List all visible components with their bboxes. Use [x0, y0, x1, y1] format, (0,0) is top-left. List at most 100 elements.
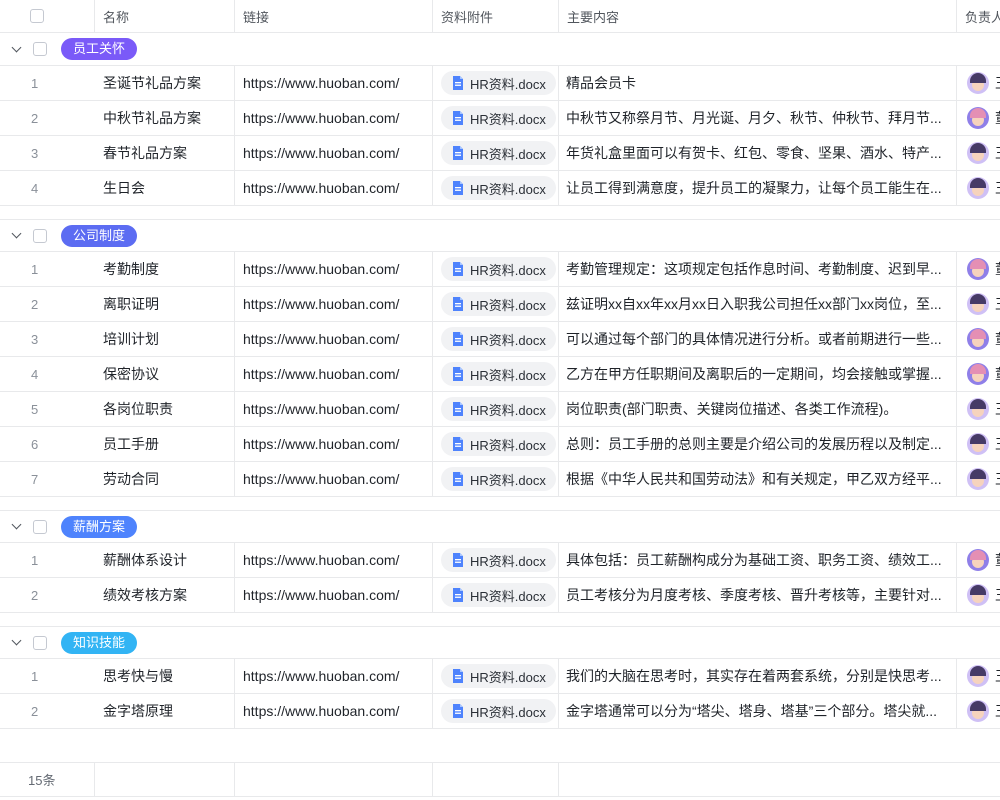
attachment-chip[interactable]: HR资料.docx — [441, 327, 556, 351]
row-link-cell[interactable]: https://www.huoban.com/ — [235, 462, 433, 496]
row-link-cell[interactable]: https://www.huoban.com/ — [235, 101, 433, 135]
row-link-cell[interactable]: https://www.huoban.com/ — [235, 543, 433, 577]
row-index[interactable]: 1 — [0, 252, 95, 286]
column-header-link[interactable]: 链接 — [235, 0, 433, 32]
row-index[interactable]: 2 — [0, 287, 95, 321]
row-index[interactable]: 5 — [0, 392, 95, 426]
column-header-name[interactable]: 名称 — [95, 0, 235, 32]
attachment-chip[interactable]: HR资料.docx — [441, 106, 556, 130]
attachment-chip[interactable]: HR资料.docx — [441, 583, 556, 607]
table-row[interactable]: 2 中秋节礼品方案 https://www.huoban.com/ HR资料.d… — [0, 101, 1000, 136]
table-row[interactable]: 7 劳动合同 https://www.huoban.com/ HR资料.docx… — [0, 462, 1000, 497]
table-row[interactable]: 2 离职证明 https://www.huoban.com/ HR资料.docx… — [0, 287, 1000, 322]
row-name-cell[interactable]: 员工手册 — [95, 427, 235, 461]
attachment-chip[interactable]: HR资料.docx — [441, 176, 556, 200]
table-row[interactable]: 2 金字塔原理 https://www.huoban.com/ HR资料.doc… — [0, 694, 1000, 729]
attachment-chip[interactable]: HR资料.docx — [441, 292, 556, 316]
attachment-chip[interactable]: HR资料.docx — [441, 467, 556, 491]
row-link-cell[interactable]: https://www.huoban.com/ — [235, 578, 433, 612]
row-name-cell[interactable]: 圣诞节礼品方案 — [95, 66, 235, 100]
attachment-chip[interactable]: HR资料.docx — [441, 71, 556, 95]
table-row[interactable]: 6 员工手册 https://www.huoban.com/ HR资料.docx… — [0, 427, 1000, 462]
row-link-cell[interactable]: https://www.huoban.com/ — [235, 322, 433, 356]
attachment-chip[interactable]: HR资料.docx — [441, 362, 556, 386]
row-index[interactable]: 2 — [0, 694, 95, 728]
row-content-cell[interactable]: 岗位职责(部门职责、关键岗位描述、各类工作流程)。 — [559, 392, 957, 426]
table-row[interactable]: 1 考勤制度 https://www.huoban.com/ HR资料.docx… — [0, 252, 1000, 287]
table-row[interactable]: 3 培训计划 https://www.huoban.com/ HR资料.docx… — [0, 322, 1000, 357]
attachment-chip[interactable]: HR资料.docx — [441, 257, 556, 281]
chevron-down-icon[interactable] — [12, 42, 22, 52]
table-row[interactable]: 3 春节礼品方案 https://www.huoban.com/ HR资料.do… — [0, 136, 1000, 171]
row-name-cell[interactable]: 金字塔原理 — [95, 694, 235, 728]
row-content-cell[interactable]: 年货礼盒里面可以有贺卡、红包、零食、坚果、酒水、特产... — [559, 136, 957, 170]
group-checkbox[interactable] — [33, 42, 47, 56]
table-row[interactable]: 1 圣诞节礼品方案 https://www.huoban.com/ HR资料.d… — [0, 66, 1000, 101]
row-index[interactable]: 2 — [0, 578, 95, 612]
group-checkbox[interactable] — [33, 636, 47, 650]
row-name-cell[interactable]: 绩效考核方案 — [95, 578, 235, 612]
row-link-cell[interactable]: https://www.huoban.com/ — [235, 287, 433, 321]
row-link-cell[interactable]: https://www.huoban.com/ — [235, 357, 433, 391]
row-link-cell[interactable]: https://www.huoban.com/ — [235, 252, 433, 286]
row-index[interactable]: 4 — [0, 171, 95, 205]
chevron-down-icon[interactable] — [12, 636, 22, 646]
row-name-cell[interactable]: 离职证明 — [95, 287, 235, 321]
row-link-cell[interactable]: https://www.huoban.com/ — [235, 171, 433, 205]
row-content-cell[interactable]: 员工考核分为月度考核、季度考核、晋升考核等，主要针对... — [559, 578, 957, 612]
row-link-cell[interactable]: https://www.huoban.com/ — [235, 66, 433, 100]
group-header-row[interactable]: 公司制度 — [0, 219, 1000, 252]
row-name-cell[interactable]: 思考快与慢 — [95, 659, 235, 693]
row-content-cell[interactable]: 考勤管理规定：这项规定包括作息时间、考勤制度、迟到早... — [559, 252, 957, 286]
chevron-down-icon[interactable] — [12, 229, 22, 239]
group-header-row[interactable]: 员工关怀 — [0, 33, 1000, 66]
row-name-cell[interactable]: 生日会 — [95, 171, 235, 205]
row-index[interactable]: 3 — [0, 322, 95, 356]
column-header-owner[interactable]: 负责人 — [957, 0, 1000, 32]
table-row[interactable]: 4 生日会 https://www.huoban.com/ HR资料.docx … — [0, 171, 1000, 206]
attachment-chip[interactable]: HR资料.docx — [441, 141, 556, 165]
group-header-row[interactable]: 知识技能 — [0, 626, 1000, 659]
table-row[interactable]: 4 保密协议 https://www.huoban.com/ HR资料.docx… — [0, 357, 1000, 392]
select-all-checkbox[interactable] — [30, 9, 44, 23]
row-index[interactable]: 1 — [0, 543, 95, 577]
row-content-cell[interactable]: 乙方在甲方任职期间及离职后的一定期间，均会接触或掌握... — [559, 357, 957, 391]
row-content-cell[interactable]: 总则：员工手册的总则主要是介绍公司的发展历程以及制定... — [559, 427, 957, 461]
group-checkbox[interactable] — [33, 520, 47, 534]
row-name-cell[interactable]: 薪酬体系设计 — [95, 543, 235, 577]
row-index[interactable]: 7 — [0, 462, 95, 496]
table-row[interactable]: 1 思考快与慢 https://www.huoban.com/ HR资料.doc… — [0, 659, 1000, 694]
row-name-cell[interactable]: 考勤制度 — [95, 252, 235, 286]
row-name-cell[interactable]: 各岗位职责 — [95, 392, 235, 426]
table-row[interactable]: 2 绩效考核方案 https://www.huoban.com/ HR资料.do… — [0, 578, 1000, 613]
column-header-attachment[interactable]: 资料附件 — [433, 0, 559, 32]
group-header-row[interactable]: 薪酬方案 — [0, 510, 1000, 543]
attachment-chip[interactable]: HR资料.docx — [441, 397, 556, 421]
row-name-cell[interactable]: 春节礼品方案 — [95, 136, 235, 170]
row-content-cell[interactable]: 根据《中华人民共和国劳动法》和有关规定，甲乙双方经平... — [559, 462, 957, 496]
row-content-cell[interactable]: 兹证明xx自xx年xx月xx日入职我公司担任xx部门xx岗位，至... — [559, 287, 957, 321]
row-index[interactable]: 1 — [0, 66, 95, 100]
attachment-chip[interactable]: HR资料.docx — [441, 548, 556, 572]
row-content-cell[interactable]: 金字塔通常可以分为“塔尖、塔身、塔基”三个部分。塔尖就... — [559, 694, 957, 728]
row-link-cell[interactable]: https://www.huoban.com/ — [235, 392, 433, 426]
row-index[interactable]: 3 — [0, 136, 95, 170]
row-index[interactable]: 1 — [0, 659, 95, 693]
row-index[interactable]: 6 — [0, 427, 95, 461]
table-row[interactable]: 5 各岗位职责 https://www.huoban.com/ HR资料.doc… — [0, 392, 1000, 427]
row-link-cell[interactable]: https://www.huoban.com/ — [235, 427, 433, 461]
row-content-cell[interactable]: 中秋节又称祭月节、月光诞、月夕、秋节、仲秋节、拜月节... — [559, 101, 957, 135]
attachment-chip[interactable]: HR资料.docx — [441, 664, 556, 688]
row-content-cell[interactable]: 精品会员卡 — [559, 66, 957, 100]
column-header-content[interactable]: 主要内容 — [559, 0, 957, 32]
row-name-cell[interactable]: 劳动合同 — [95, 462, 235, 496]
row-name-cell[interactable]: 保密协议 — [95, 357, 235, 391]
table-row[interactable]: 1 薪酬体系设计 https://www.huoban.com/ HR资料.do… — [0, 543, 1000, 578]
attachment-chip[interactable]: HR资料.docx — [441, 699, 556, 723]
row-content-cell[interactable]: 可以通过每个部门的具体情况进行分析。或者前期进行一些... — [559, 322, 957, 356]
row-index[interactable]: 2 — [0, 101, 95, 135]
row-link-cell[interactable]: https://www.huoban.com/ — [235, 659, 433, 693]
chevron-down-icon[interactable] — [12, 520, 22, 530]
attachment-chip[interactable]: HR资料.docx — [441, 432, 556, 456]
row-content-cell[interactable]: 我们的大脑在思考时，其实存在着两套系统，分别是快思考... — [559, 659, 957, 693]
